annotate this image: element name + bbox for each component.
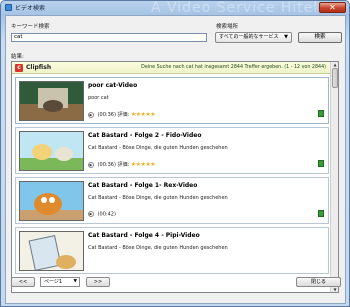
result-title[interactable]: Cat Bastard - Folge 4 - Pipi-Video	[88, 232, 200, 239]
play-icon[interactable]: ▶	[88, 111, 94, 118]
window-title: ビデオ検索	[15, 5, 46, 12]
rating-label: 評価:	[117, 112, 130, 118]
video-thumbnail[interactable]	[19, 181, 84, 221]
chevron-down-icon: ▼	[284, 34, 288, 40]
result-meta: ▶ (00:36) 評価: ★★★★★	[88, 111, 156, 118]
result-description: Cat Bastard - Böse Dinge, die guten Hund…	[88, 145, 228, 151]
page-selected: ページ1	[44, 279, 63, 285]
chevron-down-icon: ▼	[73, 279, 77, 284]
video-thumbnail[interactable]	[19, 81, 84, 121]
result-item[interactable]: Cat Bastard - Folge 1- Rex-Video Cat Bas…	[15, 177, 329, 224]
close-icon: ✕	[329, 3, 336, 12]
rating-stars: ★★★★★	[130, 111, 156, 118]
download-icon[interactable]	[318, 110, 324, 117]
rating-stars: ★★★★★	[130, 161, 156, 168]
result-item[interactable]: Cat Bastard - Folge 4 - Pipi-Video Cat B…	[15, 227, 329, 274]
keyword-label: キーワード検索	[11, 24, 50, 30]
close-button[interactable]: 閉じる	[296, 277, 341, 287]
results-scrollbar[interactable]: ▲ ▼	[330, 62, 338, 292]
window: ビデオ検索 A Video Service Hitel ✕ キーワード検索 ca…	[0, 0, 350, 307]
scroll-up-icon[interactable]: ▲	[332, 62, 338, 67]
title-bar: ビデオ検索 A Video Service Hitel ✕	[1, 0, 349, 16]
video-thumbnail[interactable]	[19, 131, 84, 171]
provider-header: c Clipfish Deine Suche nach cat hat insg…	[12, 62, 330, 74]
result-description: Cat Bastard - Böse Dinge, die guten Hund…	[88, 245, 228, 251]
result-title[interactable]: Cat Bastard - Folge 1- Rex-Video	[88, 182, 197, 189]
play-icon[interactable]: ▶	[88, 211, 94, 217]
background-watermark: A Video Service Hitel	[151, 0, 319, 16]
video-thumbnail[interactable]	[19, 231, 84, 271]
results-list: c Clipfish Deine Suche nach cat hat insg…	[11, 61, 339, 293]
app-icon	[5, 4, 12, 11]
result-duration: (00:42)	[97, 211, 116, 218]
result-title[interactable]: Cat Bastard - Folge 2 - Fido-Video	[88, 132, 201, 139]
next-page-button[interactable]: >>	[86, 277, 110, 287]
location-label: 検索場所	[216, 24, 239, 30]
location-selected: すべての一般的なサービス	[219, 34, 279, 40]
result-description: Cat Bastard - Böse Dinge, die guten Hund…	[88, 195, 228, 201]
results-label: 結果:	[11, 54, 24, 60]
scrollbar-thumb[interactable]	[332, 68, 338, 88]
result-meta: ▶ (00:42)	[88, 211, 116, 218]
result-meta: ▶ (00:36) 評価: ★★★★★	[88, 161, 156, 168]
search-button[interactable]: 検索	[298, 32, 342, 43]
clipfish-logo-icon: c	[15, 64, 23, 72]
result-title[interactable]: poor cat-Video	[88, 82, 137, 89]
result-item[interactable]: Cat Bastard - Folge 2 - Fido-Video Cat B…	[15, 127, 329, 174]
result-duration: (00:36)	[97, 112, 116, 118]
provider-result-info: Deine Suche nach cat hat insgesamt 2844 …	[141, 65, 326, 70]
dialog-body: キーワード検索 cat 検索場所 すべての一般的なサービス ▼ 検索 結果: c…	[5, 15, 346, 304]
provider-name: Clipfish	[26, 64, 52, 71]
close-window-button[interactable]: ✕	[319, 2, 346, 13]
prev-page-button[interactable]: <<	[11, 277, 35, 287]
result-item[interactable]: poor cat-Video poor cat ▶ (00:36) 評価: ★★…	[15, 77, 329, 124]
play-icon[interactable]: ▶	[88, 161, 94, 168]
download-icon[interactable]	[318, 210, 324, 217]
rating-label: 評価:	[117, 162, 130, 168]
scroll-down-icon[interactable]: ▼	[332, 287, 338, 292]
page-select[interactable]: ページ1 ▼	[40, 277, 80, 287]
download-icon[interactable]	[318, 160, 324, 167]
result-duration: (00:36)	[97, 162, 116, 168]
result-description: poor cat	[88, 95, 109, 101]
location-select[interactable]: すべての一般的なサービス ▼	[215, 32, 292, 43]
keyword-input[interactable]: cat	[11, 33, 207, 42]
